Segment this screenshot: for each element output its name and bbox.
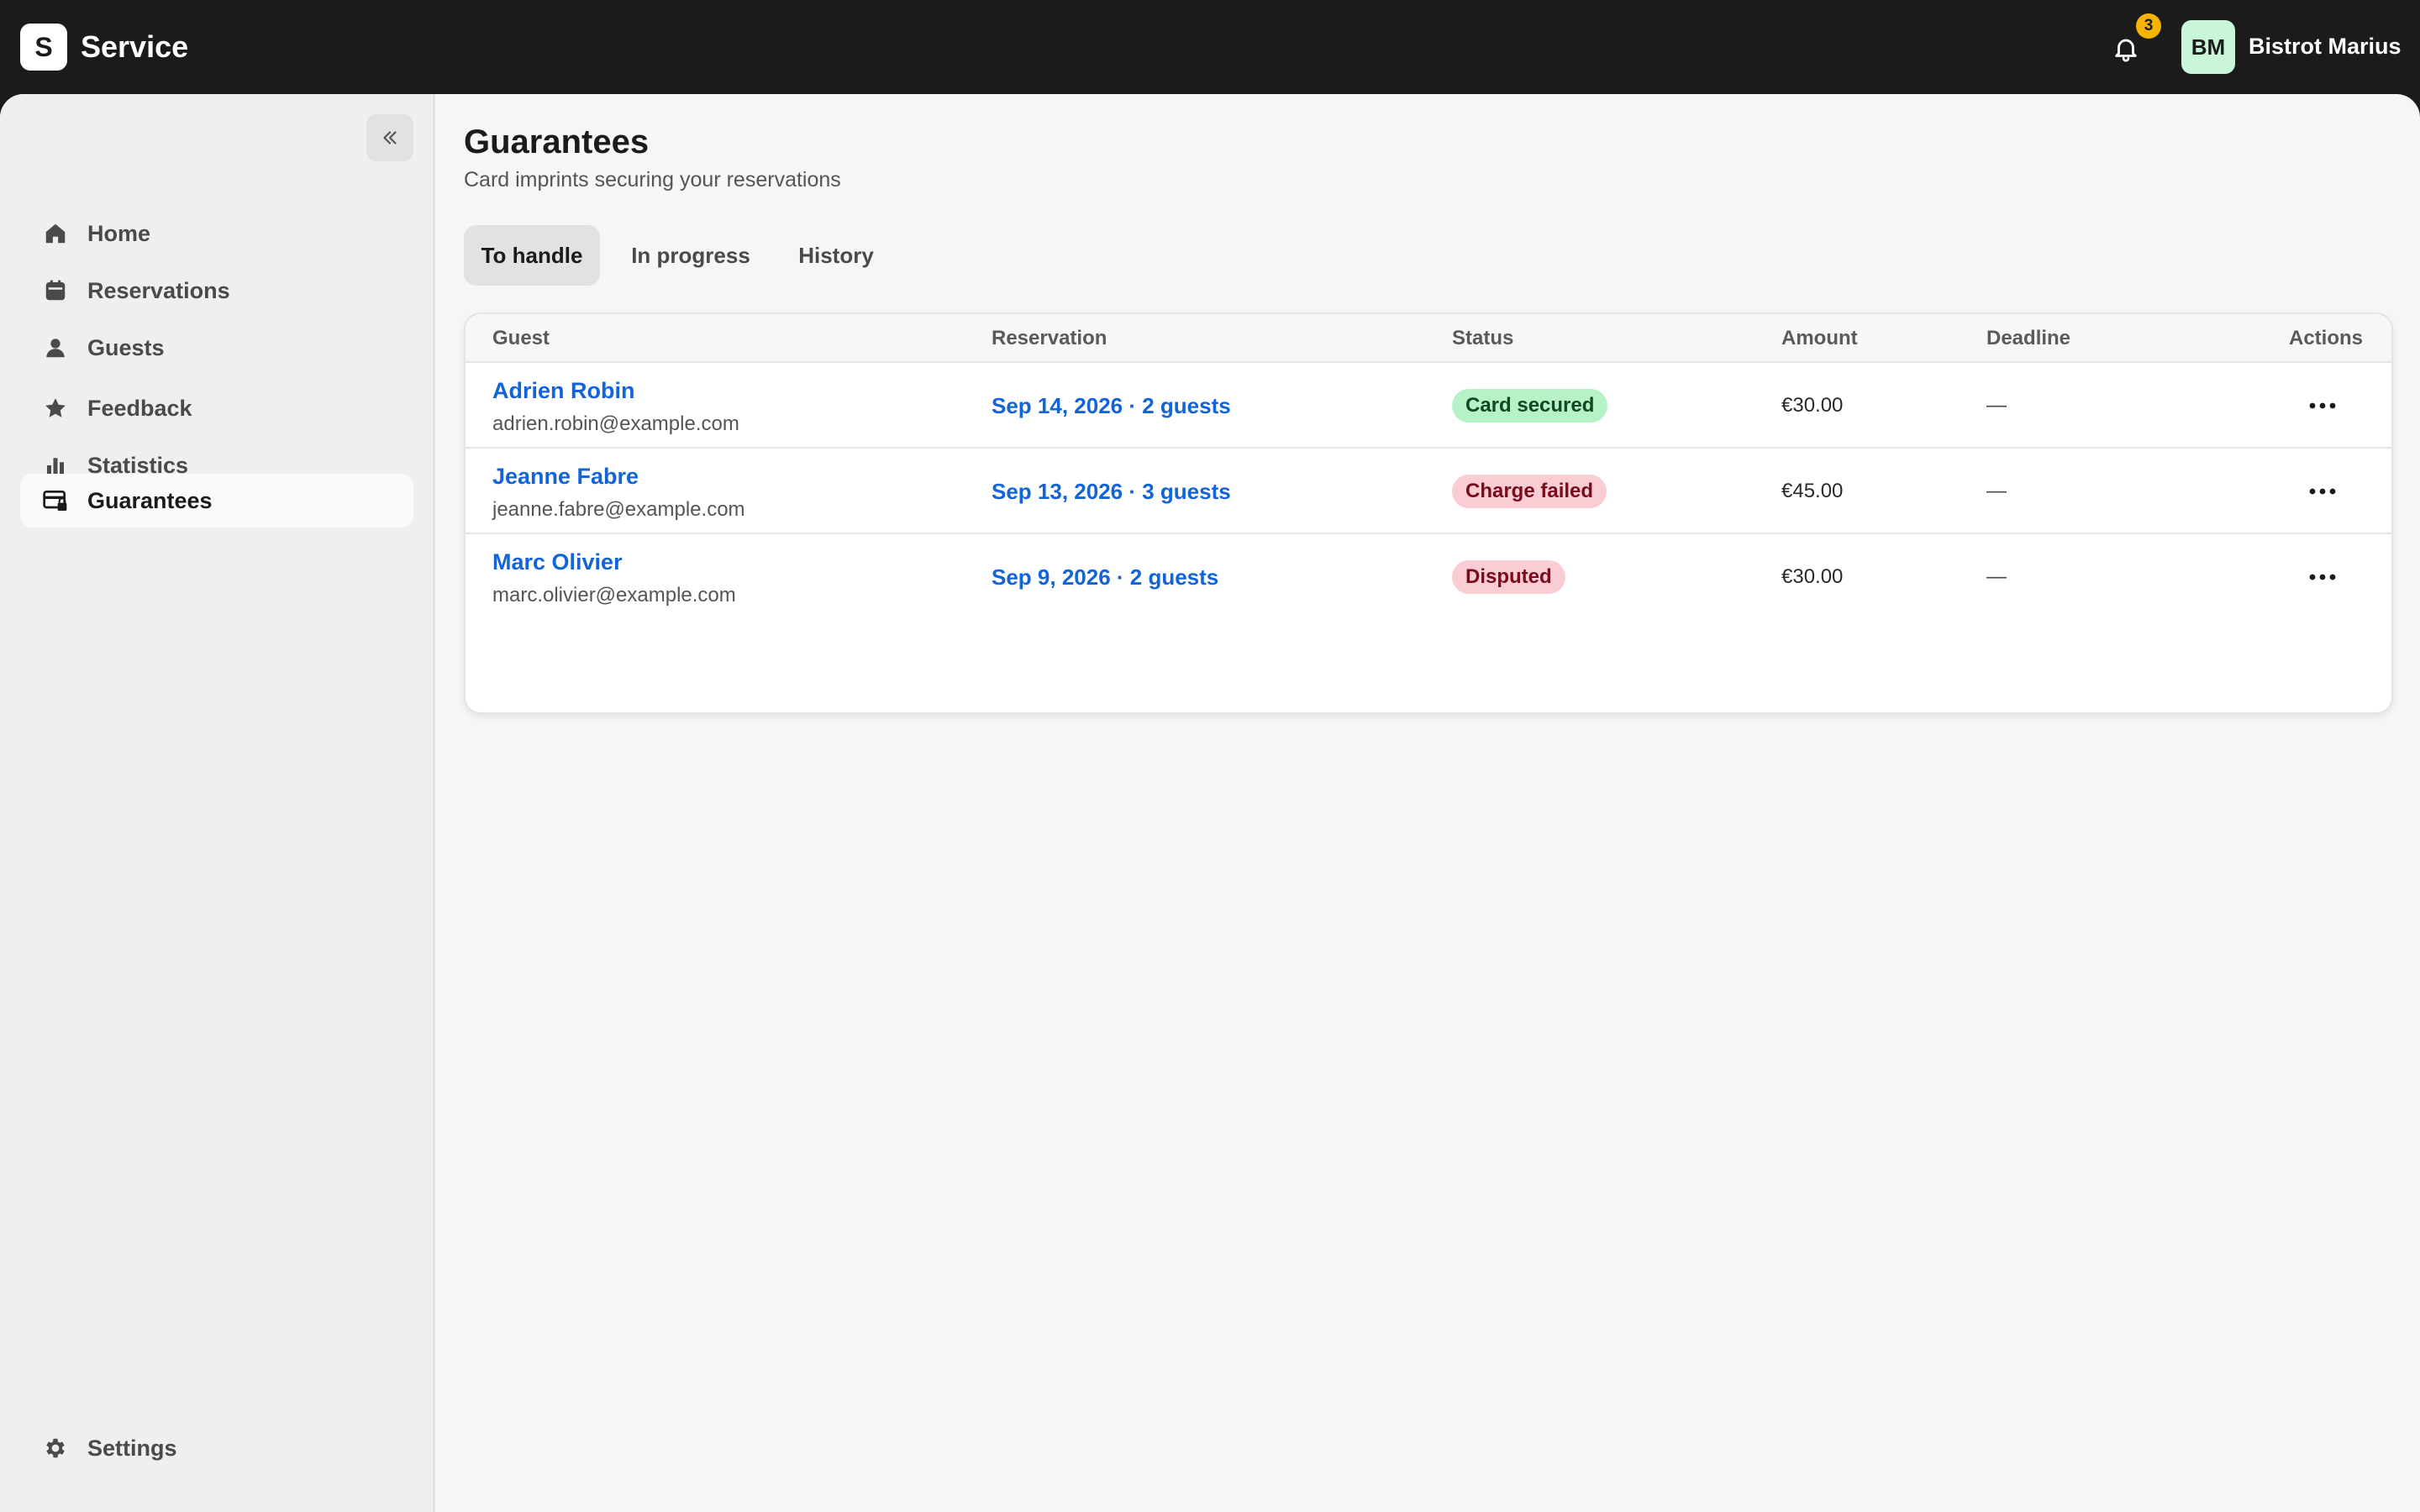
card-lock-icon <box>42 487 69 514</box>
sidebar: Home Reservations Guests Feedback Statis <box>0 94 435 1512</box>
page-title: Guarantees <box>464 123 650 160</box>
sidebar-item-feedback[interactable]: Feedback <box>20 381 413 435</box>
tab-history[interactable]: History <box>780 225 892 286</box>
sidebar-item-settings[interactable]: Settings <box>20 1421 413 1475</box>
guest-name-link[interactable]: Adrien Robin <box>492 376 635 405</box>
app-logo[interactable]: S <box>20 24 67 71</box>
guest-email: adrien.robin@example.com <box>492 412 739 435</box>
sidebar-item-label: Settings <box>87 1436 177 1461</box>
column-header-amount: Amount <box>1781 327 1858 349</box>
reservation-link[interactable]: Sep 9, 2026 · 2 guests <box>992 563 1218 591</box>
top-bar: S Service 3 BM Bistrot Marius <box>0 0 2420 94</box>
app-name: Service <box>81 29 189 64</box>
home-icon <box>42 220 69 247</box>
table-row: Marc Olivier marc.olivier@example.com Se… <box>466 534 2391 620</box>
column-header-deadline: Deadline <box>1986 327 2071 349</box>
account-name[interactable]: Bistrot Marius <box>2249 32 2402 60</box>
deadline-value: — <box>1986 565 2007 588</box>
main-content: Guarantees Card imprints securing your r… <box>435 94 2420 1512</box>
guarantees-table: Guest Reservation Status Amount Deadline… <box>464 312 2393 714</box>
reservation-link[interactable]: Sep 13, 2026 · 3 guests <box>992 477 1231 506</box>
collapse-sidebar-button[interactable] <box>366 114 413 161</box>
tab-in-progress[interactable]: In progress <box>613 225 768 286</box>
person-icon <box>42 334 69 361</box>
table-row: Jeanne Fabre jeanne.fabre@example.com Se… <box>466 449 2391 534</box>
status-badge: Charge failed <box>1452 475 1607 508</box>
sidebar-item-label: Reservations <box>87 278 230 303</box>
deadline-value: — <box>1986 480 2007 502</box>
guest-name-link[interactable]: Jeanne Fabre <box>492 462 639 491</box>
column-header-guest: Guest <box>492 327 550 349</box>
notification-count-badge: 3 <box>2136 13 2161 39</box>
more-horizontal-icon <box>2309 402 2336 409</box>
sidebar-item-label: Home <box>87 221 151 246</box>
row-actions-button[interactable] <box>2302 389 2343 423</box>
column-header-reservation: Reservation <box>992 327 1107 349</box>
status-badge: Card secured <box>1452 389 1608 423</box>
sidebar-item-guarantees[interactable]: Guarantees <box>20 474 413 528</box>
tab-to-handle[interactable]: To handle <box>464 225 600 286</box>
more-horizontal-icon <box>2309 488 2336 495</box>
gear-icon <box>42 1435 69 1462</box>
amount-value: €30.00 <box>1781 565 1844 588</box>
status-badge: Disputed <box>1452 560 1565 594</box>
star-icon <box>42 395 69 422</box>
row-actions-button[interactable] <box>2302 475 2343 508</box>
guest-email: marc.olivier@example.com <box>492 584 736 606</box>
reservation-link[interactable]: Sep 14, 2026 · 2 guests <box>992 391 1231 420</box>
sidebar-item-reservations[interactable]: Reservations <box>20 264 413 318</box>
table-header: Guest Reservation Status Amount Deadline… <box>466 314 2391 363</box>
column-header-actions: Actions <box>2289 327 2364 349</box>
sidebar-item-label: Feedback <box>87 396 192 421</box>
guest-email: jeanne.fabre@example.com <box>492 498 745 521</box>
app-frame: Home Reservations Guests Feedback Statis <box>0 94 2420 1512</box>
avatar[interactable]: BM <box>2181 20 2235 74</box>
column-header-status: Status <box>1452 327 1514 349</box>
table-row: Adrien Robin adrien.robin@example.com Se… <box>466 363 2391 449</box>
notifications-button[interactable] <box>2107 30 2144 67</box>
sidebar-item-label: Guests <box>87 335 165 360</box>
sidebar-item-label: Guarantees <box>87 488 213 513</box>
row-actions-button[interactable] <box>2302 560 2343 594</box>
page-subtitle: Card imprints securing your reservations <box>464 168 841 192</box>
amount-value: €30.00 <box>1781 394 1844 417</box>
calendar-icon <box>42 277 69 304</box>
more-horizontal-icon <box>2309 574 2336 580</box>
bell-icon <box>2115 39 2137 62</box>
guest-name-link[interactable]: Marc Olivier <box>492 548 623 576</box>
sidebar-item-home[interactable]: Home <box>20 207 413 260</box>
amount-value: €45.00 <box>1781 480 1844 502</box>
chevrons-left-icon <box>383 131 397 144</box>
deadline-value: — <box>1986 394 2007 417</box>
sidebar-item-guests[interactable]: Guests <box>20 321 413 375</box>
